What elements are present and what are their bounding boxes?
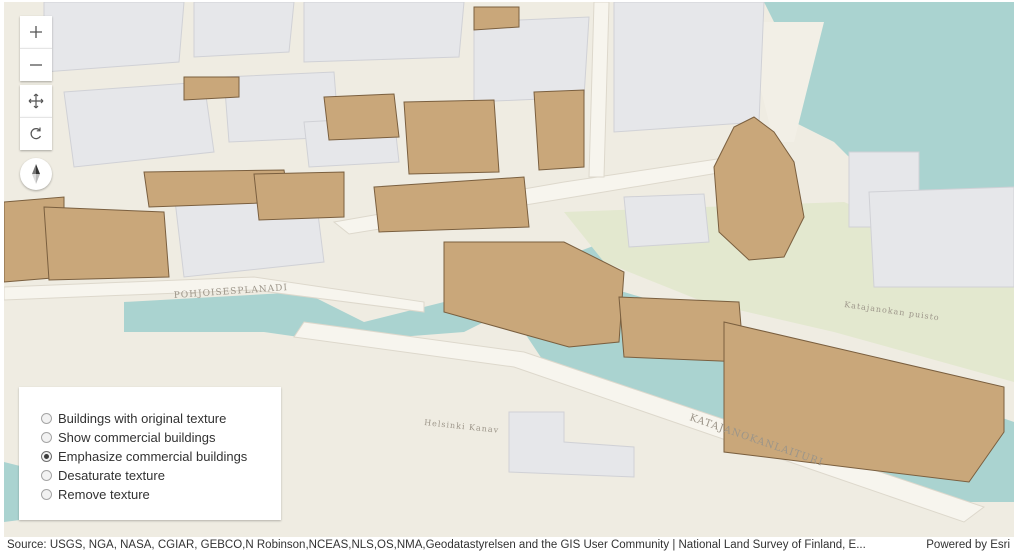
attribution-bar: Source: USGS, NGA, NASA, CGIAR, GEBCO,N … xyxy=(0,537,1016,557)
option-label: Show commercial buildings xyxy=(58,430,216,445)
move-icon xyxy=(28,93,44,109)
option-desaturate-texture[interactable]: Desaturate texture xyxy=(41,466,281,485)
option-remove-texture[interactable]: Remove texture xyxy=(41,485,281,504)
compass-icon xyxy=(32,164,40,184)
texture-options-panel: Buildings with original texture Show com… xyxy=(19,387,281,520)
zoom-in-button[interactable] xyxy=(20,16,52,48)
option-show-commercial[interactable]: Show commercial buildings xyxy=(41,428,281,447)
attribution-source[interactable]: Source: USGS, NGA, NASA, CGIAR, GEBCO,N … xyxy=(7,539,912,551)
option-label: Emphasize commercial buildings xyxy=(58,449,248,464)
minus-icon xyxy=(30,64,42,66)
option-emphasize-commercial[interactable]: Emphasize commercial buildings xyxy=(41,447,281,466)
texture-options-list: Buildings with original texture Show com… xyxy=(19,387,281,504)
option-original-texture[interactable]: Buildings with original texture xyxy=(41,409,281,428)
rotate-icon xyxy=(30,127,42,140)
radio-desaturate-texture[interactable] xyxy=(41,470,52,481)
pan-button[interactable] xyxy=(20,85,52,117)
plus-icon xyxy=(30,26,42,38)
compass-button[interactable] xyxy=(20,158,52,190)
option-label: Desaturate texture xyxy=(58,468,165,483)
road-north xyxy=(588,2,610,178)
navigation-controls xyxy=(20,16,52,190)
option-label: Remove texture xyxy=(58,487,150,502)
zoom-out-button[interactable] xyxy=(20,48,52,81)
radio-remove-texture[interactable] xyxy=(41,489,52,500)
radio-show-commercial[interactable] xyxy=(41,432,52,443)
option-label: Buildings with original texture xyxy=(58,411,227,426)
map-view[interactable]: POHJOISESPLANADI KATAJANOKANLAITURI Hels… xyxy=(4,2,1014,537)
street-label-kanava: Helsinki Kanav xyxy=(424,418,500,435)
powered-by-link[interactable]: Powered by Esri xyxy=(926,539,1010,551)
radio-emphasize-commercial[interactable] xyxy=(41,451,52,462)
radio-original-texture[interactable] xyxy=(41,413,52,424)
rotate-button[interactable] xyxy=(20,117,52,150)
